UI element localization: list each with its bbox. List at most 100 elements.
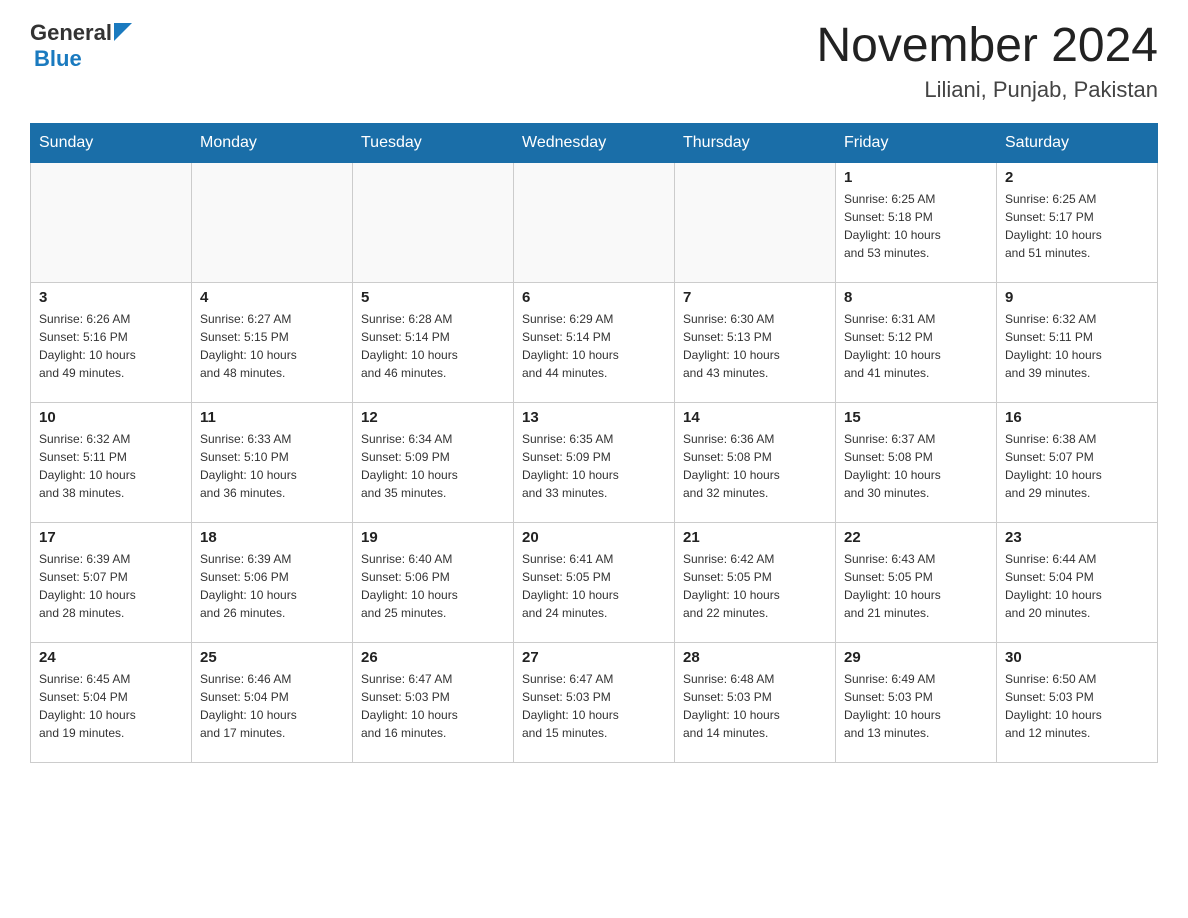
day-info: Sunrise: 6:26 AM Sunset: 5:16 PM Dayligh… xyxy=(39,310,183,382)
day-info: Sunrise: 6:39 AM Sunset: 5:07 PM Dayligh… xyxy=(39,550,183,622)
day-info: Sunrise: 6:31 AM Sunset: 5:12 PM Dayligh… xyxy=(844,310,988,382)
day-number: 27 xyxy=(522,649,666,666)
calendar-header-day: Monday xyxy=(192,123,353,162)
calendar-week-row: 3 Sunrise: 6:26 AM Sunset: 5:16 PM Daylig… xyxy=(31,282,1158,402)
calendar-header-day: Saturday xyxy=(997,123,1158,162)
day-info: Sunrise: 6:40 AM Sunset: 5:06 PM Dayligh… xyxy=(361,550,505,622)
calendar-day-cell: 15Sunrise: 6:37 AM Sunset: 5:08 PM Dayli… xyxy=(836,402,997,522)
day-info: Sunrise: 6:25 AM Sunset: 5:18 PM Dayligh… xyxy=(844,190,988,262)
day-number: 23 xyxy=(1005,529,1149,546)
calendar-day-cell xyxy=(675,162,836,282)
logo: General Blue xyxy=(30,20,132,72)
day-number: 20 xyxy=(522,529,666,546)
day-number: 25 xyxy=(200,649,344,666)
calendar-day-cell: 16Sunrise: 6:38 AM Sunset: 5:07 PM Dayli… xyxy=(997,402,1158,522)
day-info: Sunrise: 6:47 AM Sunset: 5:03 PM Dayligh… xyxy=(361,670,505,742)
day-info: Sunrise: 6:36 AM Sunset: 5:08 PM Dayligh… xyxy=(683,430,827,502)
day-number: 22 xyxy=(844,529,988,546)
day-number: 2 xyxy=(1005,169,1149,186)
day-number: 19 xyxy=(361,529,505,546)
day-info: Sunrise: 6:42 AM Sunset: 5:05 PM Dayligh… xyxy=(683,550,827,622)
day-info: Sunrise: 6:49 AM Sunset: 5:03 PM Dayligh… xyxy=(844,670,988,742)
calendar-day-cell xyxy=(514,162,675,282)
day-info: Sunrise: 6:46 AM Sunset: 5:04 PM Dayligh… xyxy=(200,670,344,742)
day-number: 21 xyxy=(683,529,827,546)
day-info: Sunrise: 6:35 AM Sunset: 5:09 PM Dayligh… xyxy=(522,430,666,502)
day-number: 28 xyxy=(683,649,827,666)
calendar-day-cell: 25 Sunrise: 6:46 AM Sunset: 5:04 PM Dayli… xyxy=(192,642,353,762)
calendar-header-day: Wednesday xyxy=(514,123,675,162)
day-number: 10 xyxy=(39,409,183,426)
calendar-day-cell: 19 Sunrise: 6:40 AM Sunset: 5:06 PM Dayli… xyxy=(353,522,514,642)
calendar-day-cell: 11Sunrise: 6:33 AM Sunset: 5:10 PM Dayli… xyxy=(192,402,353,522)
calendar-week-row: 10Sunrise: 6:32 AM Sunset: 5:11 PM Dayli… xyxy=(31,402,1158,522)
calendar-day-cell: 13 Sunrise: 6:35 AM Sunset: 5:09 PM Dayli… xyxy=(514,402,675,522)
day-info: Sunrise: 6:30 AM Sunset: 5:13 PM Dayligh… xyxy=(683,310,827,382)
day-info: Sunrise: 6:44 AM Sunset: 5:04 PM Dayligh… xyxy=(1005,550,1149,622)
day-info: Sunrise: 6:41 AM Sunset: 5:05 PM Dayligh… xyxy=(522,550,666,622)
day-number: 3 xyxy=(39,289,183,306)
calendar-header-day: Sunday xyxy=(31,123,192,162)
day-number: 12 xyxy=(361,409,505,426)
calendar-header-day: Friday xyxy=(836,123,997,162)
calendar-day-cell: 23 Sunrise: 6:44 AM Sunset: 5:04 PM Dayli… xyxy=(997,522,1158,642)
calendar-header-day: Tuesday xyxy=(353,123,514,162)
calendar-day-cell: 2 Sunrise: 6:25 AM Sunset: 5:17 PM Daylig… xyxy=(997,162,1158,282)
calendar-day-cell: 3 Sunrise: 6:26 AM Sunset: 5:16 PM Daylig… xyxy=(31,282,192,402)
day-info: Sunrise: 6:50 AM Sunset: 5:03 PM Dayligh… xyxy=(1005,670,1149,742)
calendar-day-cell: 28Sunrise: 6:48 AM Sunset: 5:03 PM Dayli… xyxy=(675,642,836,762)
calendar-day-cell: 5Sunrise: 6:28 AM Sunset: 5:14 PM Daylig… xyxy=(353,282,514,402)
calendar-day-cell xyxy=(192,162,353,282)
calendar-header-day: Thursday xyxy=(675,123,836,162)
month-title: November 2024 xyxy=(816,20,1158,73)
calendar-day-cell: 21 Sunrise: 6:42 AM Sunset: 5:05 PM Dayli… xyxy=(675,522,836,642)
day-number: 13 xyxy=(522,409,666,426)
day-number: 24 xyxy=(39,649,183,666)
calendar-header-row: SundayMondayTuesdayWednesdayThursdayFrid… xyxy=(31,123,1158,162)
calendar-day-cell: 14 Sunrise: 6:36 AM Sunset: 5:08 PM Dayli… xyxy=(675,402,836,522)
calendar-day-cell: 12Sunrise: 6:34 AM Sunset: 5:09 PM Dayli… xyxy=(353,402,514,522)
calendar-day-cell: 29 Sunrise: 6:49 AM Sunset: 5:03 PM Dayli… xyxy=(836,642,997,762)
day-info: Sunrise: 6:47 AM Sunset: 5:03 PM Dayligh… xyxy=(522,670,666,742)
calendar-day-cell: 27 Sunrise: 6:47 AM Sunset: 5:03 PM Dayli… xyxy=(514,642,675,762)
calendar-day-cell: 1Sunrise: 6:25 AM Sunset: 5:18 PM Daylig… xyxy=(836,162,997,282)
day-info: Sunrise: 6:39 AM Sunset: 5:06 PM Dayligh… xyxy=(200,550,344,622)
day-number: 9 xyxy=(1005,289,1149,306)
day-info: Sunrise: 6:43 AM Sunset: 5:05 PM Dayligh… xyxy=(844,550,988,622)
day-number: 26 xyxy=(361,649,505,666)
day-number: 18 xyxy=(200,529,344,546)
day-info: Sunrise: 6:33 AM Sunset: 5:10 PM Dayligh… xyxy=(200,430,344,502)
day-info: Sunrise: 6:25 AM Sunset: 5:17 PM Dayligh… xyxy=(1005,190,1149,262)
day-number: 7 xyxy=(683,289,827,306)
calendar-day-cell: 20 Sunrise: 6:41 AM Sunset: 5:05 PM Dayli… xyxy=(514,522,675,642)
day-info: Sunrise: 6:37 AM Sunset: 5:08 PM Dayligh… xyxy=(844,430,988,502)
calendar-day-cell: 6 Sunrise: 6:29 AM Sunset: 5:14 PM Daylig… xyxy=(514,282,675,402)
calendar-week-row: 24 Sunrise: 6:45 AM Sunset: 5:04 PM Dayli… xyxy=(31,642,1158,762)
calendar-day-cell: 24 Sunrise: 6:45 AM Sunset: 5:04 PM Dayli… xyxy=(31,642,192,762)
title-block: November 2024 Liliani, Punjab, Pakistan xyxy=(816,20,1158,103)
day-number: 29 xyxy=(844,649,988,666)
calendar-day-cell: 30Sunrise: 6:50 AM Sunset: 5:03 PM Dayli… xyxy=(997,642,1158,762)
day-number: 17 xyxy=(39,529,183,546)
day-number: 16 xyxy=(1005,409,1149,426)
calendar-day-cell: 26 Sunrise: 6:47 AM Sunset: 5:03 PM Dayli… xyxy=(353,642,514,762)
logo-blue-text: Blue xyxy=(34,46,82,72)
calendar-day-cell: 17 Sunrise: 6:39 AM Sunset: 5:07 PM Dayli… xyxy=(31,522,192,642)
day-number: 8 xyxy=(844,289,988,306)
calendar-day-cell: 8 Sunrise: 6:31 AM Sunset: 5:12 PM Daylig… xyxy=(836,282,997,402)
day-number: 6 xyxy=(522,289,666,306)
day-number: 4 xyxy=(200,289,344,306)
day-info: Sunrise: 6:29 AM Sunset: 5:14 PM Dayligh… xyxy=(522,310,666,382)
calendar-day-cell: 9Sunrise: 6:32 AM Sunset: 5:11 PM Daylig… xyxy=(997,282,1158,402)
day-number: 14 xyxy=(683,409,827,426)
day-info: Sunrise: 6:45 AM Sunset: 5:04 PM Dayligh… xyxy=(39,670,183,742)
logo-general-text: General xyxy=(30,20,112,46)
calendar-day-cell: 22 Sunrise: 6:43 AM Sunset: 5:05 PM Dayli… xyxy=(836,522,997,642)
calendar-week-row: 17 Sunrise: 6:39 AM Sunset: 5:07 PM Dayli… xyxy=(31,522,1158,642)
calendar-day-cell xyxy=(31,162,192,282)
logo-triangle-icon xyxy=(114,23,132,41)
calendar-day-cell: 4Sunrise: 6:27 AM Sunset: 5:15 PM Daylig… xyxy=(192,282,353,402)
calendar-day-cell: 18 Sunrise: 6:39 AM Sunset: 5:06 PM Dayli… xyxy=(192,522,353,642)
day-number: 5 xyxy=(361,289,505,306)
calendar-week-row: 1Sunrise: 6:25 AM Sunset: 5:18 PM Daylig… xyxy=(31,162,1158,282)
